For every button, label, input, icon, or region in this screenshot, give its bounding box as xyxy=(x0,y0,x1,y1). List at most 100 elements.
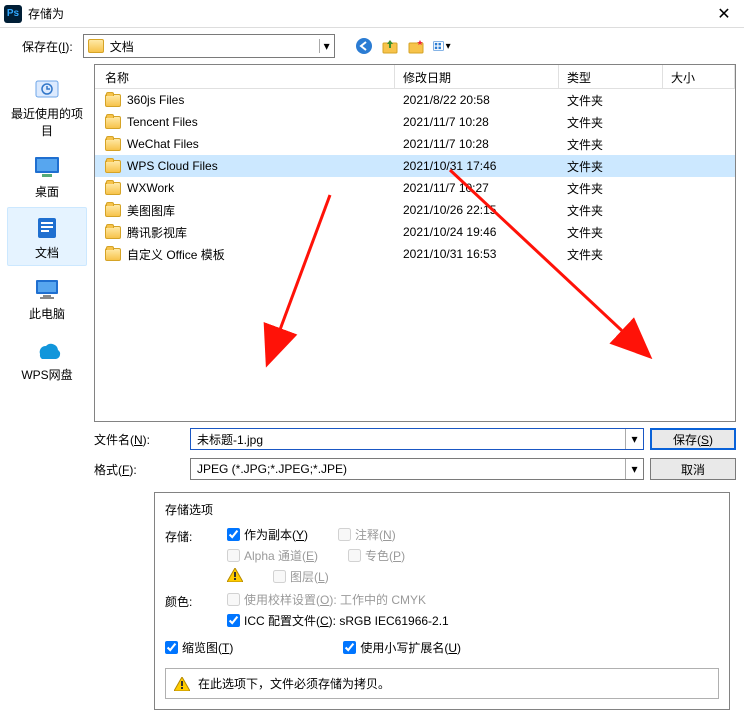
window-title: 存储为 xyxy=(28,5,708,22)
save-options-panel: 存储选项 存储: 作为副本(Y) 注释(N) Alpha 通道(E) 专色(P)… xyxy=(154,492,730,710)
documents-icon xyxy=(30,214,64,242)
warning-icon xyxy=(174,677,190,691)
desktop-icon xyxy=(30,153,64,181)
sidebar-label: 文档 xyxy=(35,244,59,261)
filename-label: 文件名(N): xyxy=(94,431,184,448)
location-combo[interactable]: 文档 ▾ xyxy=(83,34,335,58)
color-label: 颜色: xyxy=(165,591,219,629)
column-size[interactable]: 大小 xyxy=(663,65,735,88)
sidebar-item-documents[interactable]: 文档 xyxy=(7,207,87,266)
file-row[interactable]: WXWork 2021/11/7 10:27文件夹 xyxy=(95,177,735,199)
save-button[interactable]: 保存(S) xyxy=(650,428,736,450)
file-list-header: 名称 修改日期 类型 大小 xyxy=(95,65,735,89)
folder-icon xyxy=(105,182,121,195)
file-row[interactable]: 腾讯影视库 2021/10/24 19:46文件夹 xyxy=(95,221,735,243)
options-header: 存储选项 xyxy=(165,501,719,518)
file-type: 文件夹 xyxy=(559,224,663,241)
file-type: 文件夹 xyxy=(559,158,663,175)
warning-icon xyxy=(227,568,243,582)
folder-icon xyxy=(105,160,121,173)
recent-icon xyxy=(30,75,64,103)
view-menu-icon[interactable]: ▾ xyxy=(433,37,451,55)
new-folder-icon[interactable] xyxy=(407,37,425,55)
file-row[interactable]: WPS Cloud Files 2021/10/31 17:46文件夹 xyxy=(95,155,735,177)
file-date: 2021/10/31 17:46 xyxy=(395,159,559,173)
sidebar-label: WPS网盘 xyxy=(21,366,72,383)
checkbox-ascopy[interactable]: 作为副本(Y) xyxy=(227,526,308,543)
file-type: 文件夹 xyxy=(559,246,663,263)
folder-icon xyxy=(105,138,121,151)
file-date: 2021/10/31 16:53 xyxy=(395,247,559,261)
format-value: JPEG (*.JPG;*.JPEG;*.JPE) xyxy=(197,462,347,476)
wps-cloud-icon xyxy=(30,336,64,364)
format-label: 格式(F): xyxy=(94,461,184,478)
file-name: 360js Files xyxy=(127,93,184,107)
alert-text: 在此选项下，文件必须存储为拷贝。 xyxy=(198,675,390,692)
folder-icon xyxy=(105,94,121,107)
checkbox-alpha: Alpha 通道(E) xyxy=(227,547,318,564)
file-row[interactable]: Tencent Files 2021/11/7 10:28文件夹 xyxy=(95,111,735,133)
file-type: 文件夹 xyxy=(559,180,663,197)
sidebar-item-thispc[interactable]: 此电脑 xyxy=(7,268,87,327)
checkbox-notes: 注释(N) xyxy=(338,526,396,543)
folder-icon xyxy=(105,248,121,261)
file-name: Tencent Files xyxy=(127,115,198,129)
column-name[interactable]: 名称 xyxy=(95,65,395,88)
file-name: WXWork xyxy=(127,181,174,195)
filename-value: 未标题-1.jpg xyxy=(197,431,263,448)
file-row[interactable]: 自定义 Office 模板 2021/10/31 16:53文件夹 xyxy=(95,243,735,265)
filename-input[interactable]: 未标题-1.jpg ▾ xyxy=(190,428,644,450)
file-name: 美图图库 xyxy=(127,202,175,219)
file-date: 2021/10/26 22:15 xyxy=(395,203,559,217)
file-type: 文件夹 xyxy=(559,114,663,131)
toolbar: 保存在(I): 文档 ▾ ▾ xyxy=(0,28,744,64)
folder-icon xyxy=(105,204,121,217)
file-row[interactable]: WeChat Files2021/11/7 10:28文件夹 xyxy=(95,133,735,155)
close-button[interactable]: ✕ xyxy=(708,0,740,28)
places-sidebar: 最近使用的项目 桌面 文档 此电脑 WPS网盘 xyxy=(0,64,94,422)
sidebar-label: 桌面 xyxy=(35,183,59,200)
sidebar-item-recent[interactable]: 最近使用的项目 xyxy=(7,68,87,144)
file-type: 文件夹 xyxy=(559,92,663,109)
checkbox-thumbnail[interactable]: 缩览图(T) xyxy=(165,639,233,656)
folder-icon xyxy=(88,39,104,53)
file-row[interactable]: 360js Files 2021/8/22 20:58文件夹 xyxy=(95,89,735,111)
file-date: 2021/11/7 10:28 xyxy=(395,137,559,151)
checkbox-spot: 专色(P) xyxy=(348,547,405,564)
up-one-level-icon[interactable] xyxy=(381,37,399,55)
chevron-down-icon: ▾ xyxy=(319,39,330,53)
checkbox-lowercase[interactable]: 使用小写扩展名(U) xyxy=(343,639,461,656)
file-type: 文件夹 xyxy=(559,202,663,219)
checkbox-icc[interactable]: ICC 配置文件(C): sRGB IEC61966-2.1 xyxy=(227,612,719,629)
save-in-label: 保存在(I): xyxy=(22,38,73,55)
file-date: 2021/10/24 19:46 xyxy=(395,225,559,239)
format-combo[interactable]: JPEG (*.JPG;*.JPEG;*.JPE) ▾ xyxy=(190,458,644,480)
column-type[interactable]: 类型 xyxy=(559,65,663,88)
titlebar: Ps 存储为 ✕ xyxy=(0,0,744,28)
checkbox-layers: 图层(L) xyxy=(273,568,329,585)
chevron-down-icon[interactable]: ▾ xyxy=(625,429,643,449)
thispc-icon xyxy=(30,275,64,303)
folder-icon xyxy=(105,226,121,239)
sidebar-item-wps[interactable]: WPS网盘 xyxy=(7,329,87,388)
sidebar-label: 最近使用的项目 xyxy=(8,105,86,139)
file-name: WPS Cloud Files xyxy=(127,159,218,173)
file-name: 自定义 Office 模板 xyxy=(127,246,225,263)
checkbox-proof: 使用校样设置(O): 工作中的 CMYK xyxy=(227,591,719,608)
file-type: 文件夹 xyxy=(559,136,663,153)
file-date: 2021/8/22 20:58 xyxy=(395,93,559,107)
alert-message: 在此选项下，文件必须存储为拷贝。 xyxy=(165,668,719,699)
column-date[interactable]: 修改日期 xyxy=(395,65,559,88)
folder-icon xyxy=(105,116,121,129)
store-label: 存储: xyxy=(165,526,219,585)
back-icon[interactable] xyxy=(355,37,373,55)
sidebar-item-desktop[interactable]: 桌面 xyxy=(7,146,87,205)
sidebar-label: 此电脑 xyxy=(29,305,65,322)
chevron-down-icon[interactable]: ▾ xyxy=(625,459,643,479)
file-list[interactable]: 名称 修改日期 类型 大小 360js Files 2021/8/22 20:58… xyxy=(94,64,736,422)
cancel-button[interactable]: 取消 xyxy=(650,458,736,480)
file-date: 2021/11/7 10:28 xyxy=(395,115,559,129)
file-row[interactable]: 美图图库 2021/10/26 22:15文件夹 xyxy=(95,199,735,221)
file-name: 腾讯影视库 xyxy=(127,224,187,241)
file-date: 2021/11/7 10:27 xyxy=(395,181,559,195)
